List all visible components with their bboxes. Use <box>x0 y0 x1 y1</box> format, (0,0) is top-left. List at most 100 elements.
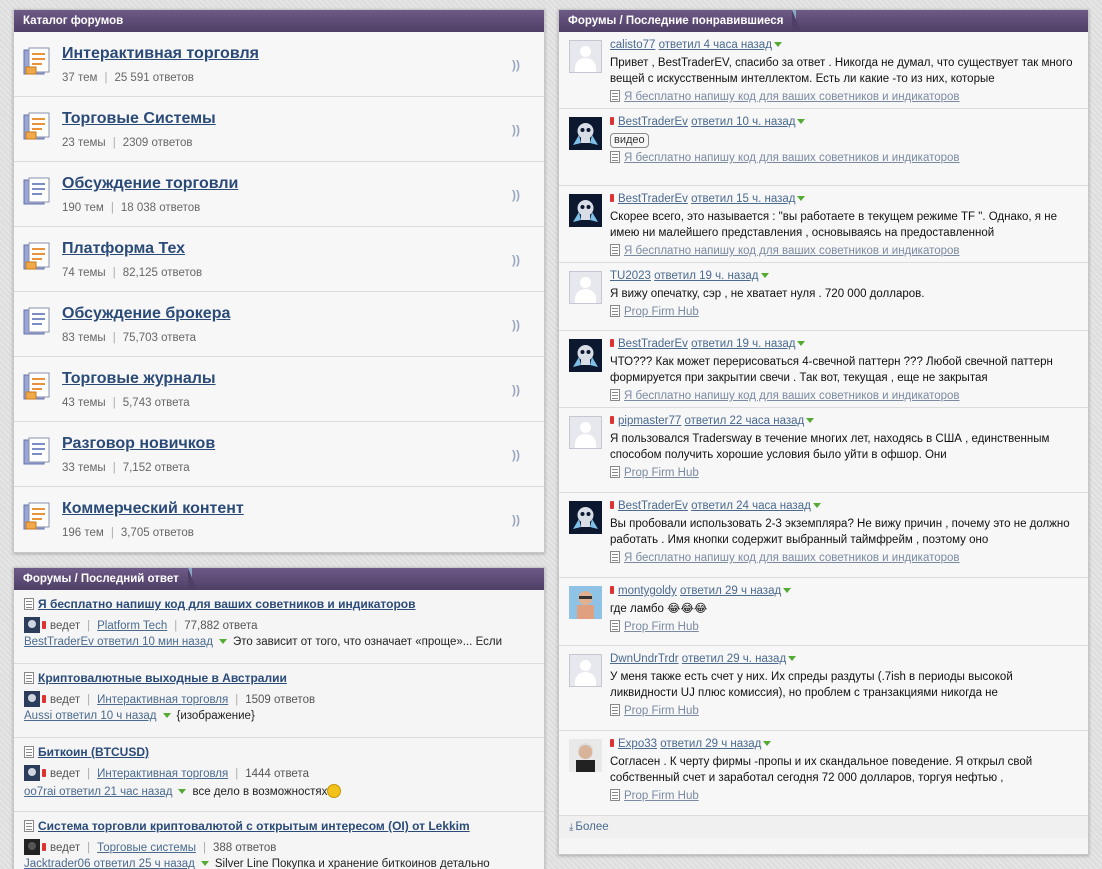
user-avatar[interactable] <box>569 586 602 619</box>
username-link[interactable]: BestTraderEv <box>618 193 688 205</box>
user-avatar[interactable] <box>569 416 602 449</box>
rss-icon[interactable]: )) <box>512 448 520 462</box>
thread-title-link[interactable]: Система торговли криптовалютой с открыты… <box>38 819 470 833</box>
caret-down-icon[interactable] <box>760 273 769 278</box>
forum-title-link[interactable]: Платформа Тех <box>62 240 185 258</box>
reply-snippet: Это зависит от того, что означает «проще… <box>232 636 502 648</box>
thread-title-link[interactable]: Криптовалютные выходные в Австралии <box>38 671 287 685</box>
rss-icon[interactable]: )) <box>512 123 520 137</box>
thread-link-row: Prop Firm Hub <box>610 304 1078 320</box>
forum-title-link[interactable]: Интерактивная торговля <box>62 45 259 63</box>
user-avatar[interactable] <box>569 271 602 304</box>
user-avatar[interactable] <box>569 40 602 73</box>
caret-down-icon[interactable] <box>806 418 815 423</box>
thread-link[interactable]: Я бесплатно напишу код для ваших советни… <box>624 245 960 257</box>
reply-time-link[interactable]: ответил 19 ч. назад <box>654 270 758 282</box>
more-link[interactable]: ⤓ Более <box>559 816 1088 838</box>
username-link[interactable]: BestTraderEv <box>618 500 688 512</box>
user-avatar[interactable] <box>569 117 602 150</box>
forum-replies-count: 75,703 ответа <box>122 332 197 344</box>
thread-link[interactable]: Prop Firm Hub <box>624 621 699 633</box>
forum-row: Обсуждение торговли 190 тем | 18 038 ответо… <box>14 162 544 227</box>
rss-icon[interactable]: )) <box>512 383 520 397</box>
avatar <box>24 839 40 855</box>
caret-down-icon[interactable] <box>178 789 187 794</box>
reply-time-link[interactable]: ответил 24 часа назад <box>691 500 811 512</box>
flag-icon <box>42 843 46 851</box>
caret-down-icon[interactable] <box>797 119 806 124</box>
username-link[interactable]: TU2023 <box>610 270 651 282</box>
last-reply-user-link[interactable]: Aussi ответил 10 ч назад <box>24 710 157 722</box>
forum-title-link[interactable]: Торговые журналы <box>62 370 216 388</box>
forum-link[interactable]: Интерактивная торговля <box>97 694 228 706</box>
forum-title-link[interactable]: Коммерческий контент <box>62 500 244 518</box>
liked-item-body: TU2023 ответил 19 ч. назад Я вижу опечатк… <box>610 268 1078 320</box>
leads-label: ведет <box>50 620 81 632</box>
reply-time-link[interactable]: ответил 19 ч. назад <box>691 338 795 350</box>
caret-down-icon[interactable] <box>812 503 821 508</box>
rss-icon[interactable]: )) <box>512 58 520 72</box>
thread-link[interactable]: Prop Firm Hub <box>624 705 699 717</box>
caret-down-icon[interactable] <box>763 741 772 746</box>
forum-link[interactable]: Интерактивная торговля <box>97 768 228 780</box>
rss-icon[interactable]: )) <box>512 188 520 202</box>
thread-link[interactable]: Я бесплатно напишу код для ваших советни… <box>624 152 960 164</box>
username-link[interactable]: Expo33 <box>618 738 657 750</box>
username-link[interactable]: DwnUndrTrdr <box>610 653 679 665</box>
flag-icon <box>42 621 46 629</box>
caret-down-icon[interactable] <box>200 861 209 866</box>
thread-link[interactable]: Prop Firm Hub <box>624 790 699 802</box>
reply-time-link[interactable]: ответил 22 часа назад <box>685 415 805 427</box>
rss-icon[interactable]: )) <box>512 253 520 267</box>
username-link[interactable]: pipmaster77 <box>618 415 681 427</box>
last-reply-user-link[interactable]: BestTraderEv ответил 10 мин назад <box>24 636 213 648</box>
forum-stats: 33 темы | 7,152 ответа <box>62 462 190 474</box>
user-avatar[interactable] <box>569 339 602 372</box>
forum-title-link[interactable]: Обсуждение торговли <box>62 175 238 193</box>
caret-down-icon[interactable] <box>797 196 806 201</box>
username-link[interactable]: montygoldy <box>618 585 677 597</box>
reply-time-link[interactable]: ответил 29 ч назад <box>660 738 761 750</box>
thread-link[interactable]: Я бесплатно напишу код для ваших советни… <box>624 552 960 564</box>
thread-title-link[interactable]: Биткоин (BTCUSD) <box>38 745 149 759</box>
post-preview: Скорее всего, это называется : "вы работ… <box>610 211 1057 239</box>
rss-icon[interactable]: )) <box>512 513 520 527</box>
caret-down-icon[interactable] <box>788 656 797 661</box>
user-avatar[interactable] <box>569 739 602 772</box>
username-link[interactable]: BestTraderEv <box>618 116 688 128</box>
caret-down-icon[interactable] <box>797 341 806 346</box>
username-link[interactable]: calisto77 <box>610 39 655 51</box>
forum-topics-count: 196 тем <box>62 527 104 539</box>
forum-title-link[interactable]: Обсуждение брокера <box>62 305 230 323</box>
forum-title-link[interactable]: Разговор новичков <box>62 435 215 453</box>
user-avatar[interactable] <box>569 654 602 687</box>
thread-title-link[interactable]: Я бесплатно напишу код для ваших советни… <box>38 597 416 611</box>
rss-icon[interactable]: )) <box>512 318 520 332</box>
reply-time-link[interactable]: ответил 29 ч. назад <box>682 653 786 665</box>
username-link[interactable]: BestTraderEv <box>618 338 688 350</box>
caret-down-icon[interactable] <box>783 588 792 593</box>
reply-time-link[interactable]: ответил 4 часа назад <box>659 39 772 51</box>
reply-time-link[interactable]: ответил 15 ч. назад <box>691 193 795 205</box>
thread-link[interactable]: Prop Firm Hub <box>624 467 699 479</box>
user-avatar[interactable] <box>569 194 602 227</box>
liked-item-body: BestTraderEv ответил 15 ч. назад Скорее в… <box>610 191 1078 259</box>
forum-hot-icon <box>23 242 53 272</box>
user-avatar[interactable] <box>569 501 602 534</box>
last-reply-user-link[interactable]: Jacktrader06 ответил 25 ч назад <box>24 858 195 869</box>
flag-icon <box>610 117 614 125</box>
forum-title-link[interactable]: Торговые Системы <box>62 110 216 128</box>
thread-link[interactable]: Я бесплатно напишу код для ваших советни… <box>624 390 960 402</box>
forum-link[interactable]: Platform Tech <box>97 620 167 632</box>
video-badge[interactable]: видео <box>610 133 649 148</box>
thread-link[interactable]: Prop Firm Hub <box>624 306 699 318</box>
thread-link[interactable]: Я бесплатно напишу код для ваших советни… <box>624 91 960 103</box>
recently-liked-panel: Форумы / Последние понравившиеся calisto… <box>558 9 1089 855</box>
caret-down-icon[interactable] <box>162 713 171 718</box>
caret-down-icon[interactable] <box>218 639 227 644</box>
last-reply-user-link[interactable]: oo7rai ответил 21 час назад <box>24 786 172 798</box>
forum-link[interactable]: Торговые системы <box>97 842 196 854</box>
reply-time-link[interactable]: ответил 29 ч назад <box>680 585 781 597</box>
caret-down-icon[interactable] <box>773 42 782 47</box>
reply-time-link[interactable]: ответил 10 ч. назад <box>691 116 795 128</box>
